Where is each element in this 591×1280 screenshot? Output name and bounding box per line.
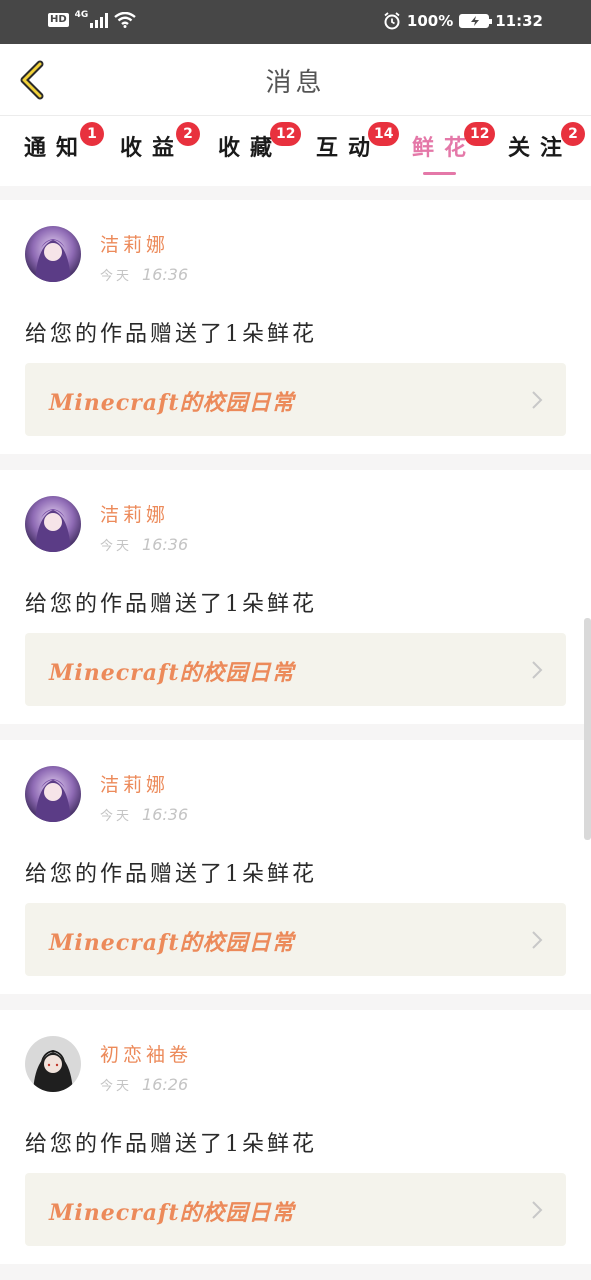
chevron-right-icon [532, 931, 543, 949]
tab-follows[interactable]: 关注 2 [508, 122, 585, 162]
work-title: Minecraft的校园日常 [49, 390, 295, 416]
timestamp: 今天 16:36 [100, 805, 188, 824]
status-bar: HD 4G 100% 11:32 [0, 0, 591, 44]
tab-badge: 12 [464, 122, 496, 146]
clock: 11:32 [495, 12, 543, 30]
timestamp-time: 16:36 [142, 805, 189, 824]
tab-badge: 12 [270, 122, 302, 146]
tab-interactions[interactable]: 互动 14 [316, 122, 400, 162]
username[interactable]: 初恋袖卷 [100, 1040, 192, 1067]
signal-icon [90, 12, 109, 28]
chevron-right-icon [532, 1201, 543, 1219]
work-link[interactable]: Minecraft的校园日常 [25, 903, 566, 976]
username[interactable]: 洁莉娜 [100, 500, 169, 527]
message-text: 给您的作品赠送了1朵鲜花 [25, 322, 317, 347]
tab-badge: 2 [561, 122, 585, 146]
tab-badge: 1 [80, 122, 104, 146]
message-text: 给您的作品赠送了1朵鲜花 [25, 592, 317, 617]
timestamp-time: 16:36 [142, 535, 189, 554]
avatar[interactable] [25, 1036, 81, 1092]
timestamp-day: 今天 [100, 269, 133, 284]
timestamp-day: 今天 [100, 1079, 133, 1094]
work-link[interactable]: Minecraft的校园日常 [25, 633, 566, 706]
tab-flowers[interactable]: 鲜花 12 [412, 122, 496, 162]
header: 消息 [0, 44, 591, 116]
avatar[interactable] [25, 766, 81, 822]
alarm-icon [384, 12, 400, 30]
battery-percent: 100% [406, 12, 454, 30]
battery-icon [459, 14, 493, 28]
avatar[interactable] [25, 496, 81, 552]
status-left: HD 4G [48, 10, 137, 28]
message-text: 给您的作品赠送了1朵鲜花 [25, 1132, 317, 1157]
chevron-right-icon [532, 661, 543, 679]
tab-label: 收益 [120, 135, 185, 161]
notification-card[interactable]: 洁莉娜 今天 16:36 给您的作品赠送了1朵鲜花 Minecraft的校园日常 [0, 200, 591, 454]
wifi-icon [114, 12, 137, 28]
page-title: 消息 [265, 68, 326, 98]
notification-card[interactable]: 洁莉娜 今天 16:36 给您的作品赠送了1朵鲜花 Minecraft的校园日常 [0, 470, 591, 724]
notification-card[interactable]: 初恋袖卷 今天 16:26 给您的作品赠送了1朵鲜花 Minecraft的校园日常 [0, 1010, 591, 1264]
timestamp-time: 16:26 [142, 1075, 189, 1094]
chevron-right-icon [532, 391, 543, 409]
tab-badge: 14 [368, 122, 400, 146]
tab-earnings[interactable]: 收益 2 [120, 122, 200, 162]
message-text: 给您的作品赠送了1朵鲜花 [25, 862, 317, 887]
work-link[interactable]: Minecraft的校园日常 [25, 1173, 566, 1246]
work-title: Minecraft的校园日常 [49, 660, 295, 686]
tab-favorites[interactable]: 收藏 12 [218, 122, 302, 162]
notification-card[interactable]: 洁莉娜 今天 16:36 给您的作品赠送了1朵鲜花 Minecraft的校园日常 [0, 740, 591, 994]
work-link[interactable]: Minecraft的校园日常 [25, 363, 566, 436]
work-title: Minecraft的校园日常 [49, 1200, 295, 1226]
work-title: Minecraft的校园日常 [49, 930, 295, 956]
timestamp-day: 今天 [100, 809, 133, 824]
timestamp: 今天 16:36 [100, 535, 188, 554]
hd-badge: HD [48, 13, 69, 27]
tab-notice[interactable]: 通知 1 [24, 122, 104, 162]
tab-label: 通知 [24, 135, 89, 161]
username[interactable]: 洁莉娜 [100, 770, 169, 797]
tab-badge: 2 [176, 122, 200, 146]
username[interactable]: 洁莉娜 [100, 230, 169, 257]
timestamp: 今天 16:26 [100, 1075, 188, 1094]
tab-bar: 通知 1 收益 2 收藏 12 互动 14 鲜花 12 关注 2 [0, 116, 591, 186]
timestamp-day: 今天 [100, 539, 133, 554]
avatar[interactable] [25, 226, 81, 282]
timestamp-time: 16:36 [142, 265, 189, 284]
status-right: 100% 11:32 [383, 12, 543, 30]
timestamp: 今天 16:36 [100, 265, 188, 284]
network-type: 4G [74, 10, 89, 20]
scrollbar[interactable] [584, 618, 591, 840]
active-tab-indicator [423, 172, 456, 175]
